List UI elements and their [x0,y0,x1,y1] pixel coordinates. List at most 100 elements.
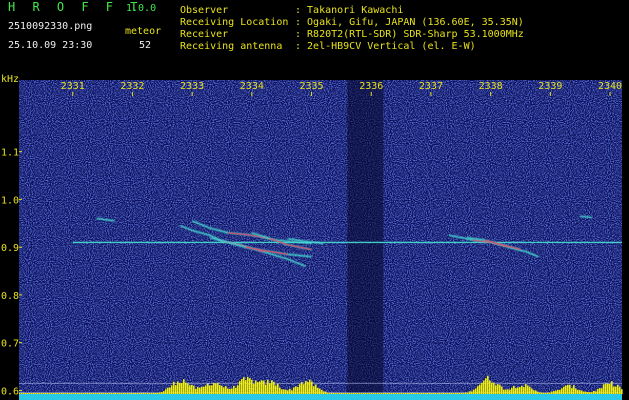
histogram-bar [135,393,137,394]
histogram-bar [245,380,247,394]
histogram-bar [381,393,383,394]
histogram-bar [253,384,255,394]
histogram-bar [333,393,335,394]
histogram-bar [43,393,45,394]
histogram-bar [29,393,31,394]
spectrogram-chart: 2331 2332 2333 2334 2335 2336 2337 2338 2339 2340… [1,74,623,400]
histogram-bar [483,380,485,394]
histogram-bar [505,389,507,394]
histogram-bar [293,387,295,394]
histogram-bar [367,393,369,394]
histogram-bar [51,393,53,394]
histogram-bar [57,393,59,394]
histogram-bar [447,393,449,394]
histogram-bar [35,393,37,394]
histogram-bar [279,387,281,394]
histogram-bar [589,392,591,394]
histogram-bar [455,393,457,394]
histogram-bar [331,392,333,394]
histogram-bar [113,393,115,394]
histogram-bar [597,388,599,394]
histogram-bar [329,393,331,394]
histogram-bar [177,381,179,394]
histogram-bar [99,393,101,394]
histogram-bar [611,381,613,394]
histogram-bar [221,385,223,394]
histogram-bar [209,385,211,394]
histogram-bar [175,385,177,394]
histogram-bar [363,393,365,394]
histogram-bar [123,393,125,394]
histogram-bar [305,381,307,394]
x-tick-label: 2333 [180,81,204,92]
histogram-bar [309,379,311,394]
histogram-bar [151,393,153,394]
histogram-bar [75,393,77,394]
histogram-bar [219,385,221,394]
histogram-bar [63,393,65,394]
histogram-bar [335,393,337,394]
histogram-bar [227,388,229,394]
histogram-bar [433,393,435,394]
histogram-bar [275,385,277,394]
histogram-bar [389,393,391,394]
info-label-antenna: Receiving antenna [180,41,283,52]
histogram-bar [287,390,289,394]
spectrogram-panel: 2331 2332 2333 2334 2335 2336 2337 2338 2339 2340… [0,72,629,400]
histogram-bar [77,393,79,394]
histogram-bar [351,393,353,394]
histogram-bar [489,380,491,394]
datetime-label: 25.10.09 23:30 [8,40,93,51]
histogram-bar [531,388,533,394]
histogram-bar [577,389,579,394]
histogram-bar [125,393,127,394]
histogram-bar [121,393,123,394]
histogram-bar [189,385,191,394]
histogram-bar [137,393,139,394]
histogram-bar [621,389,623,394]
histogram-bar [259,381,261,394]
histogram-bar [561,388,563,394]
histogram-bar [427,393,429,394]
histogram-bar [241,379,243,394]
histogram-bar [617,384,619,394]
x-tick-label: 2334 [240,81,264,92]
counter-label: meteor [125,26,162,37]
histogram-bar [205,385,207,394]
histogram-bar [583,391,585,394]
histogram-bar [423,393,425,394]
info-label-observer: Observer [180,5,229,16]
histogram-bar [347,393,349,394]
histogram-bar [285,389,287,394]
histogram-bar [521,385,523,394]
histogram-bar [539,392,541,394]
histogram-bar [537,391,539,394]
app-title: H R O F F T [8,0,143,14]
histogram-bar [473,389,475,394]
histogram-bar [41,393,43,394]
histogram-bar [87,393,89,394]
histogram-bar [277,383,279,394]
histogram-bar [501,386,503,394]
histogram-bar [605,383,607,394]
histogram-bar [55,393,57,394]
histogram-bar [555,390,557,394]
histogram-bar [199,387,201,394]
histogram-bar [229,388,231,394]
histogram-bar [111,393,113,394]
histogram-bar [529,386,531,394]
y-tick-label: 0.7 [1,339,19,350]
y-tick-label: 1.1 [1,148,19,159]
histogram-bar [355,393,357,394]
histogram-bar [231,388,233,394]
histogram-bar [237,385,239,394]
histogram-bar [349,393,351,394]
histogram-bar [563,386,565,394]
histogram-bar [523,387,525,394]
histogram-bar [399,393,401,394]
histogram-bar [143,393,145,394]
histogram-bar [567,384,569,394]
histogram-bar [391,393,393,394]
histogram-bar [313,386,315,394]
histogram-bar [79,393,81,394]
